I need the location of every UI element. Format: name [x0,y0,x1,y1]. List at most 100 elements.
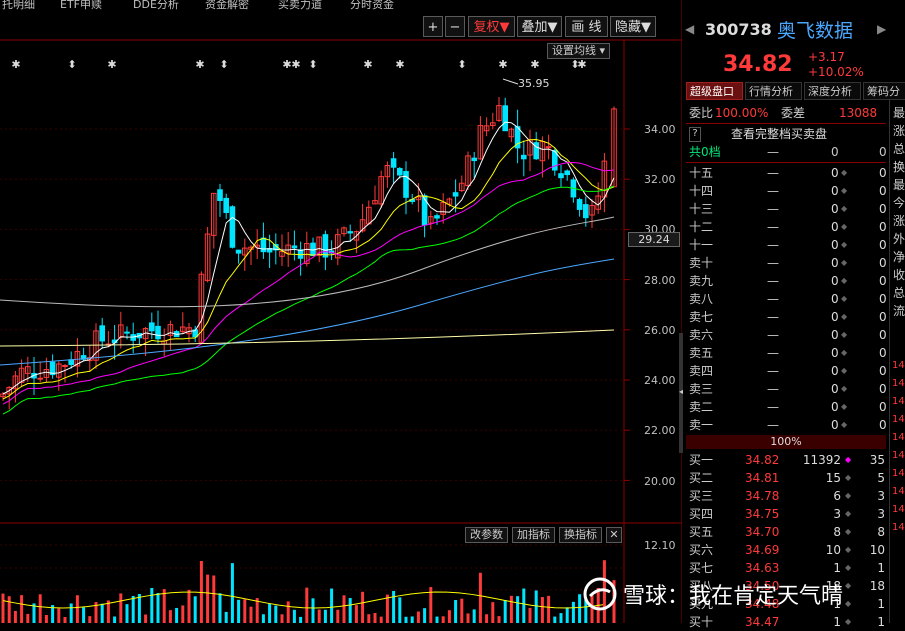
signal-marker-icon: ✱ [363,58,372,71]
full-book-link[interactable]: 查看完整档买卖盘 [731,125,827,143]
sell-row[interactable]: 十三 —0 0 ◆ [689,200,889,218]
order-marker-icon: ◆ [841,186,848,195]
candle-body [322,234,329,258]
buy-row[interactable]: 买七 34.63 1 1 ◆ [689,559,889,577]
diejia-button[interactable]: 叠加▼ [517,16,562,37]
buy-row[interactable]: 买六 34.69 10 10 ◆ [689,541,889,559]
buy-cnt: 5 [877,471,885,485]
huaxian-button[interactable]: 画 线 [565,16,608,37]
sell-label: 十二 [689,220,714,234]
sell-price: — [767,328,779,342]
huan-zhibiao-button[interactable]: 换指标 [559,527,602,543]
sell-row[interactable]: 卖八 —0 0 ◆ [689,290,889,308]
buy-row[interactable]: 买三 34.78 6 3 ◆ [689,487,889,505]
watermark-text: 雪球：我在肯定天气晴 [623,584,844,609]
tab-hangqing-fenxi[interactable]: 行情分析 [745,82,802,100]
weicha-label: 委差 [781,106,806,120]
jia-zhibiao-button[interactable]: 加指标 [512,527,555,543]
buy-cnt: 3 [877,507,885,521]
sell-label: 卖六 [689,328,714,342]
buy-cnt: 1 [877,615,885,629]
sell-vol: 0 [831,346,839,360]
sell-row[interactable]: 卖四 —0 0 ◆ [689,362,889,380]
zoom-in-button[interactable]: + [423,16,443,37]
prev-stock-icon[interactable]: ◀ [685,22,694,36]
signal-marker-icon: ✱ [577,58,586,71]
edge-label: 流 [893,304,905,318]
signal-marker-icon: ✱ [498,58,507,71]
gong-price: — [767,145,779,159]
order-marker-icon: ◆ [845,527,852,536]
order-marker-icon: ◆ [845,599,852,608]
sell-price: — [767,400,779,414]
signal-marker-icon: ⬍ [219,58,228,71]
help-icon[interactable]: ? [689,127,701,142]
order-marker-icon: ◆ [841,294,848,303]
sell-vol: 0 [831,238,839,252]
sell-label: 卖七 [689,310,714,324]
candle-body [347,231,353,234]
sell-cnt: 0 [879,328,887,342]
current-price-tag: 29.24 [628,232,680,247]
axis-label-34: 34.00 [644,123,676,136]
sell-row[interactable]: 十一 —0 0 ◆ [689,236,889,254]
buy-row[interactable]: 买十 34.47 1 1 ◆ [689,613,889,631]
sell-row[interactable]: 卖三 —0 0 ◆ [689,380,889,398]
buy-row[interactable]: 买五 34.70 8 8 ◆ [689,523,889,541]
order-marker-icon: ◆ [841,240,848,249]
sell-row[interactable]: 卖二 —0 0 ◆ [689,398,889,416]
zoom-out-button[interactable]: − [445,16,465,37]
gai-canshu-button[interactable]: 改参数 [465,527,508,543]
next-stock-icon[interactable]: ▶ [877,22,886,36]
sell-row[interactable]: 卖六 —0 0 ◆ [689,326,889,344]
yincang-button[interactable]: 隐藏▼ [610,16,656,37]
signal-marker-icon: ✱ [530,58,539,71]
buy-vol: 6 [833,489,841,503]
sell-cnt: 0 [879,346,887,360]
sell-price: — [767,166,779,180]
full-book-row[interactable]: ? 查看完整档买卖盘 [689,125,889,143]
sell-row[interactable]: 卖九 —0 0 ◆ [689,272,889,290]
buy-row[interactable]: 买四 34.75 3 3 ◆ [689,505,889,523]
candle-body [99,325,106,342]
sell-label: 十三 [689,202,714,216]
set-ma-button[interactable]: 设置均线 ▾ [547,43,611,59]
sell-row[interactable]: 十四 —0 0 ◆ [689,182,889,200]
sell-cnt: 0 [879,256,887,270]
candle-body [149,322,155,332]
buy-price: 34.82 [745,453,780,467]
sell-cnt: 0 [879,382,887,396]
sell-vol: 0 [831,418,839,432]
sell-price: — [767,202,779,216]
tab-chouma[interactable]: 筹码分 [863,82,905,100]
ma120-line [0,258,615,366]
edge-label: 涨 [893,124,905,138]
sell-row[interactable]: 卖七 —0 0 ◆ [689,308,889,326]
sell-cnt: 0 [879,274,887,288]
close-indicator-button[interactable]: ✕ [606,527,622,543]
tab-chaoji-pankou[interactable]: 超级盘口 [686,82,743,100]
fuquan-button[interactable]: 复权▼ [468,16,515,37]
edge-number: 14 [892,378,905,389]
buy-row[interactable]: 买二 34.81 15 5 ◆ [689,469,889,487]
buy-row[interactable]: 买一 34.82 11392 35 ◆ [689,451,889,469]
buy-label: 买五 [689,525,714,539]
sell-row[interactable]: 十五 —0 0 ◆ [689,164,889,182]
sell-label: 卖三 [689,382,714,396]
candle-body [397,168,403,176]
sell-label: 卖九 [689,274,714,288]
buy-price: 34.69 [745,543,780,557]
sell-row[interactable]: 十二 —0 0 ◆ [689,218,889,236]
order-marker-icon: ◆ [845,563,852,572]
sell-price: — [767,418,779,432]
right-edge-column: 最涨总换最今涨外净收总流 14 14 14 14 14 14 14 14 14 14 [889,100,905,623]
sell-vol: 0 [831,310,839,324]
stock-code: 300738 [705,20,772,39]
sell-price: — [767,346,779,360]
sell-row[interactable]: 卖五 —0 0 ◆ [689,344,889,362]
candle-body [521,154,527,160]
candle-body [471,157,477,162]
sell-row[interactable]: 卖一 —0 0 ◆ [689,416,889,434]
sell-row[interactable]: 卖十 —0 0 ◆ [689,254,889,272]
tab-shendu-fenxi[interactable]: 深度分析 [804,82,861,100]
